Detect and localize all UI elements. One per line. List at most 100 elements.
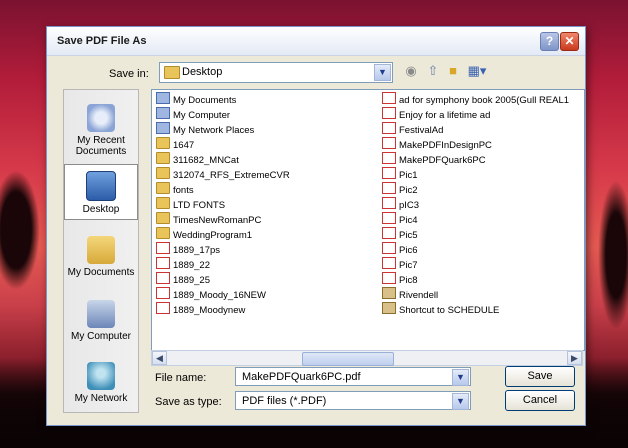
- pdf-file-icon: [382, 272, 396, 284]
- file-item[interactable]: Pic8: [382, 272, 569, 287]
- file-name-input[interactable]: MakePDFQuark6PC.pdf ▼: [235, 367, 471, 386]
- file-item-name: 1889_Moodynew: [173, 305, 246, 316]
- file-item[interactable]: MakePDFInDesignPC: [382, 137, 569, 152]
- pdf-file-icon: [382, 122, 396, 134]
- file-item-name: WeddingProgram1: [173, 230, 253, 241]
- file-item-name: 1647: [173, 140, 195, 151]
- place-desktop[interactable]: Desktop: [64, 164, 138, 220]
- horizontal-scrollbar[interactable]: ◀ ▶: [151, 350, 583, 366]
- file-item[interactable]: Shortcut to SCHEDULE: [382, 302, 569, 317]
- save-type-label: Save as type:: [155, 396, 222, 408]
- shortcut-icon: [382, 302, 396, 314]
- file-item[interactable]: Pic6: [382, 242, 569, 257]
- file-item[interactable]: Pic1: [382, 167, 569, 182]
- file-item[interactable]: LTD FONTS: [156, 197, 290, 212]
- save-in-combo[interactable]: Desktop ▼: [159, 62, 393, 83]
- file-item[interactable]: ad for symphony book 2005(Gull REAL1: [382, 92, 569, 107]
- save-button[interactable]: Save: [505, 366, 575, 387]
- file-item-name: Pic8: [399, 275, 418, 286]
- file-item-name: My Network Places: [173, 125, 255, 136]
- file-item[interactable]: 1889_25: [156, 272, 290, 287]
- help-button[interactable]: ?: [540, 32, 559, 51]
- chevron-down-icon[interactable]: ▼: [452, 369, 469, 386]
- file-item-name: My Computer: [173, 110, 231, 121]
- file-item-name: Pic7: [399, 260, 418, 271]
- system-folder-icon: [156, 107, 170, 119]
- file-item-name: 1889_Moody_16NEW: [173, 290, 266, 301]
- file-item[interactable]: 312074_RFS_ExtremeCVR: [156, 167, 290, 182]
- pdf-file-icon: [382, 227, 396, 239]
- folder-icon: [156, 227, 170, 239]
- file-list[interactable]: My Documents My Computer My Network Places…: [151, 89, 585, 351]
- file-item-name: Enjoy for a lifetime ad: [399, 110, 491, 121]
- place-label: My Computer: [70, 331, 131, 342]
- close-button[interactable]: ✕: [560, 32, 579, 51]
- folder-icon: [156, 137, 170, 149]
- file-item[interactable]: Pic4: [382, 212, 569, 227]
- system-folder-icon: [156, 92, 170, 104]
- place-my-documents[interactable]: My Documents: [64, 236, 138, 278]
- file-item-name: 311682_MNCat: [173, 155, 239, 166]
- file-item[interactable]: 1889_22: [156, 257, 290, 272]
- file-item[interactable]: pIC3: [382, 197, 569, 212]
- chevron-down-icon[interactable]: ▼: [452, 393, 469, 410]
- file-item-name: Shortcut to SCHEDULE: [399, 305, 500, 316]
- pdf-file-icon: [382, 92, 396, 104]
- file-item[interactable]: My Network Places: [156, 122, 290, 137]
- file-item-name: Pic1: [399, 170, 418, 181]
- pdf-file-icon: [156, 242, 170, 254]
- background-tree-right: [598, 180, 628, 330]
- folder-icon: [156, 152, 170, 164]
- place-my-network[interactable]: My Network: [64, 362, 138, 404]
- file-item-name: 1889_17ps: [173, 245, 221, 256]
- scroll-right-icon[interactable]: ▶: [567, 351, 582, 365]
- file-item[interactable]: 1647: [156, 137, 290, 152]
- scroll-left-icon[interactable]: ◀: [152, 351, 167, 365]
- desktop-icon: [86, 171, 116, 201]
- file-item[interactable]: fonts: [156, 182, 290, 197]
- folder-icon: [156, 182, 170, 194]
- back-icon[interactable]: ◉: [403, 63, 419, 79]
- file-item[interactable]: 1889_17ps: [156, 242, 290, 257]
- file-item[interactable]: Rivendell: [382, 287, 569, 302]
- save-type-select[interactable]: PDF files (*.PDF) ▼: [235, 391, 471, 410]
- file-item[interactable]: My Documents: [156, 92, 290, 107]
- file-item-name: 1889_25: [173, 275, 210, 286]
- file-item-name: Rivendell: [399, 290, 439, 301]
- place-my-computer[interactable]: My Computer: [64, 300, 138, 342]
- places-bar: My Recent Documents Desktop My Documents…: [63, 89, 139, 413]
- file-item[interactable]: Enjoy for a lifetime ad: [382, 107, 569, 122]
- file-item-name: 312074_RFS_ExtremeCVR: [173, 170, 290, 181]
- file-item[interactable]: FestivalAd: [382, 122, 569, 137]
- save-type-value: PDF files (*.PDF): [242, 395, 327, 407]
- file-item[interactable]: 1889_Moody_16NEW: [156, 287, 290, 302]
- folder-icon: [156, 212, 170, 224]
- file-item[interactable]: 1889_Moodynew: [156, 302, 290, 317]
- my-network-icon: [87, 362, 115, 390]
- my-computer-icon: [87, 300, 115, 328]
- place-my-recent-documents[interactable]: My Recent Documents: [64, 104, 138, 157]
- file-item[interactable]: Pic7: [382, 257, 569, 272]
- file-item[interactable]: Pic5: [382, 227, 569, 242]
- file-item[interactable]: Pic2: [382, 182, 569, 197]
- pdf-file-icon: [382, 197, 396, 209]
- chevron-down-icon[interactable]: ▼: [374, 64, 391, 81]
- file-item[interactable]: TimesNewRomanPC: [156, 212, 290, 227]
- pdf-file-icon: [156, 272, 170, 284]
- views-menu-icon[interactable]: ▦▾: [465, 63, 489, 79]
- file-name-value: MakePDFQuark6PC.pdf: [242, 371, 361, 383]
- system-folder-icon: [156, 122, 170, 134]
- cancel-button[interactable]: Cancel: [505, 390, 575, 411]
- file-column-right: ad for symphony book 2005(Gull REAL1 Enjo…: [382, 92, 569, 317]
- file-item[interactable]: WeddingProgram1: [156, 227, 290, 242]
- file-item-name: Pic2: [399, 185, 418, 196]
- scroll-thumb[interactable]: [302, 352, 394, 366]
- up-folder-icon[interactable]: ⇧: [425, 63, 441, 79]
- file-item[interactable]: 311682_MNCat: [156, 152, 290, 167]
- file-item-name: MakePDFQuark6PC: [399, 155, 486, 166]
- file-item[interactable]: My Computer: [156, 107, 290, 122]
- pdf-file-icon: [156, 257, 170, 269]
- new-folder-icon[interactable]: ■: [445, 63, 461, 79]
- save-pdf-dialog: Save PDF File As ? ✕ Save in: Desktop ▼ …: [46, 26, 586, 426]
- file-item[interactable]: MakePDFQuark6PC: [382, 152, 569, 167]
